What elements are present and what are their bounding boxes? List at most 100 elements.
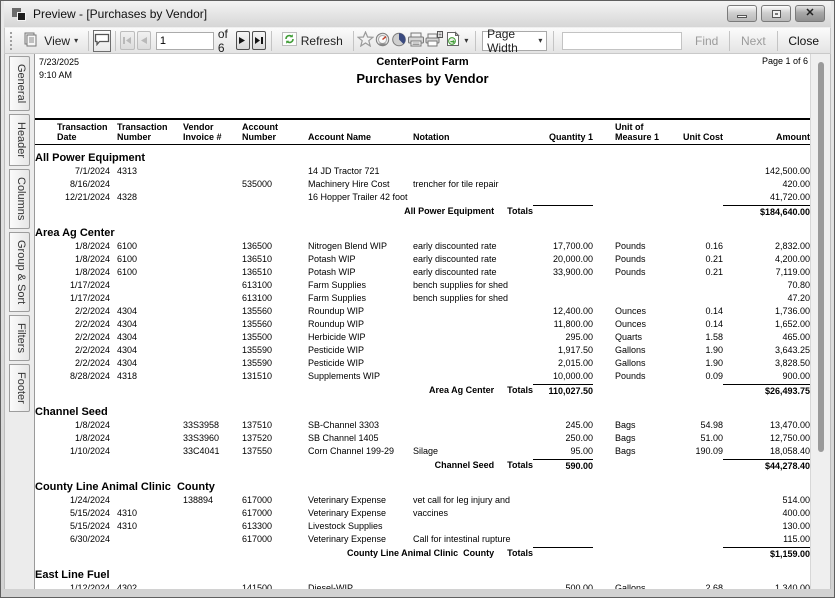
title-bar[interactable]: Preview - [Purchases by Vendor] ✕ <box>4 1 831 27</box>
refresh-button[interactable]: Refresh <box>276 29 349 52</box>
group-totals-row: County Line Animal Clinic CountyTotals$1… <box>35 547 810 560</box>
toolbar-separator <box>553 31 554 51</box>
favorites-button[interactable] <box>357 30 374 52</box>
table-row: 6/30/2024617000Veterinary ExpenseCall fo… <box>35 533 810 546</box>
cell-amount: 12,750.00 <box>723 432 810 445</box>
cell-name: 16 Hopper Trailer 42 foot <box>301 191 408 204</box>
column-header-name: Account Name <box>301 122 408 142</box>
cell-invoice <box>177 533 237 546</box>
totals-word: Totals <box>507 206 533 216</box>
print-setup-button[interactable] <box>425 30 443 52</box>
page-info: Page 1 of 6 <box>762 56 808 66</box>
vertical-scrollbar[interactable] <box>810 54 830 589</box>
print-button[interactable] <box>407 30 425 52</box>
cell-number: 4302 <box>110 582 177 589</box>
close-window-button[interactable]: ✕ <box>795 5 825 22</box>
cell-notation <box>408 331 533 344</box>
cell-cost <box>673 191 723 204</box>
toolbar-separator <box>115 31 116 51</box>
toolbar-grip[interactable] <box>10 32 13 50</box>
cell-invoice <box>177 292 237 305</box>
minimize-button[interactable] <box>727 5 757 22</box>
sidebar-tab-filters[interactable]: Filters <box>9 315 30 361</box>
cell-uom: Ounces <box>593 305 673 318</box>
cell-cost: 0.09 <box>673 370 723 383</box>
group-header: Channel Seed <box>35 405 810 419</box>
gauge-button[interactable] <box>374 30 391 52</box>
chevron-down-icon: ▾ <box>464 36 468 45</box>
cell-amount: 514.00 <box>723 494 810 507</box>
cell-date: 2/2/2024 <box>35 318 110 331</box>
cell-notation <box>408 344 533 357</box>
totals-group-name: Channel Seed <box>435 460 495 470</box>
table-row: 5/15/20244310617000Veterinary Expensevac… <box>35 507 810 520</box>
preview-window: Preview - [Purchases by Vendor] ✕ View ▾ <box>0 0 835 598</box>
cell-number: 4310 <box>110 507 177 520</box>
cell-name: Corn Channel 199-29 <box>301 445 408 458</box>
cell-qty <box>533 520 593 533</box>
table-row: 1/17/2024613100Farm Suppliesbench suppli… <box>35 279 810 292</box>
cell-date: 8/28/2024 <box>35 370 110 383</box>
cell-notation: vaccines <box>408 507 533 520</box>
export-button[interactable]: ▾ <box>443 28 471 53</box>
column-header-date: TransactionDate <box>35 122 110 142</box>
cell-cost <box>673 533 723 546</box>
close-preview-button[interactable]: Close <box>781 32 826 50</box>
restore-button[interactable] <box>761 5 791 22</box>
last-page-button[interactable] <box>252 31 266 50</box>
cell-name: SB Channel 1405 <box>301 432 408 445</box>
table-row: 1/12/20244302141500Diesel-WIP500.00Gallo… <box>35 582 810 589</box>
cell-cost: 190.09 <box>673 445 723 458</box>
table-row: 1/8/20246100136500Nitrogen Blend WIPearl… <box>35 240 810 253</box>
cell-account: 137520 <box>237 432 301 445</box>
totals-quantity <box>533 547 593 561</box>
cell-account <box>237 165 301 178</box>
chevron-down-icon: ▾ <box>538 36 542 45</box>
zoom-select[interactable]: Page Width ▾ <box>482 31 547 51</box>
cell-uom <box>593 520 673 533</box>
sidebar-tab-footer[interactable]: Footer <box>9 364 30 412</box>
previous-page-button[interactable] <box>137 31 151 50</box>
cell-name: Farm Supplies <box>301 292 408 305</box>
cell-uom: Pounds <box>593 266 673 279</box>
cell-account: 535000 <box>237 178 301 191</box>
find-input[interactable] <box>562 32 682 50</box>
pie-chart-icon <box>391 32 407 50</box>
find-button[interactable]: Find <box>688 32 725 50</box>
group-header: County Line Animal Clinic County <box>35 480 810 494</box>
cell-uom: Gallons <box>593 357 673 370</box>
table-row: 1/8/20246100136510Potash WIPearly discou… <box>35 266 810 279</box>
sidebar-tab-group-sort[interactable]: Group & Sort <box>9 232 30 312</box>
main-area: General Header Columns Group & Sort Filters F… <box>4 54 831 589</box>
next-page-button[interactable] <box>236 31 250 50</box>
cell-account: 136500 <box>237 240 301 253</box>
comment-toggle-button[interactable] <box>93 30 111 52</box>
cell-account: 136510 <box>237 266 301 279</box>
sidebar-tab-columns[interactable]: Columns <box>9 169 30 228</box>
cell-uom: Pounds <box>593 240 673 253</box>
sidebar-tab-general[interactable]: General <box>9 56 30 111</box>
sidebar-tab-header[interactable]: Header <box>9 114 30 166</box>
cell-amount: 465.00 <box>723 331 810 344</box>
cell-date: 5/15/2024 <box>35 507 110 520</box>
cell-uom <box>593 292 673 305</box>
company-name: CenterPoint Farm <box>35 56 810 68</box>
cell-amount: 115.00 <box>723 533 810 546</box>
cell-number: 6100 <box>110 253 177 266</box>
view-button[interactable]: View ▾ <box>18 29 84 53</box>
report-body: All Power Equipment7/1/2024431314 JD Tra… <box>35 145 810 589</box>
group-header: East Line Fuel <box>35 568 810 582</box>
find-next-button[interactable]: Next <box>734 32 773 50</box>
print-setup-icon <box>425 31 443 50</box>
close-icon: ✕ <box>805 8 814 19</box>
cell-notation <box>408 582 533 589</box>
page-number-input[interactable] <box>156 32 214 50</box>
first-page-button[interactable] <box>120 31 134 50</box>
cell-date: 5/15/2024 <box>35 520 110 533</box>
scrollbar-thumb[interactable] <box>818 62 824 452</box>
cell-amount: 7,119.00 <box>723 266 810 279</box>
cell-account: 136510 <box>237 253 301 266</box>
cell-qty <box>533 292 593 305</box>
pie-chart-button[interactable] <box>391 30 407 52</box>
cell-invoice <box>177 507 237 520</box>
